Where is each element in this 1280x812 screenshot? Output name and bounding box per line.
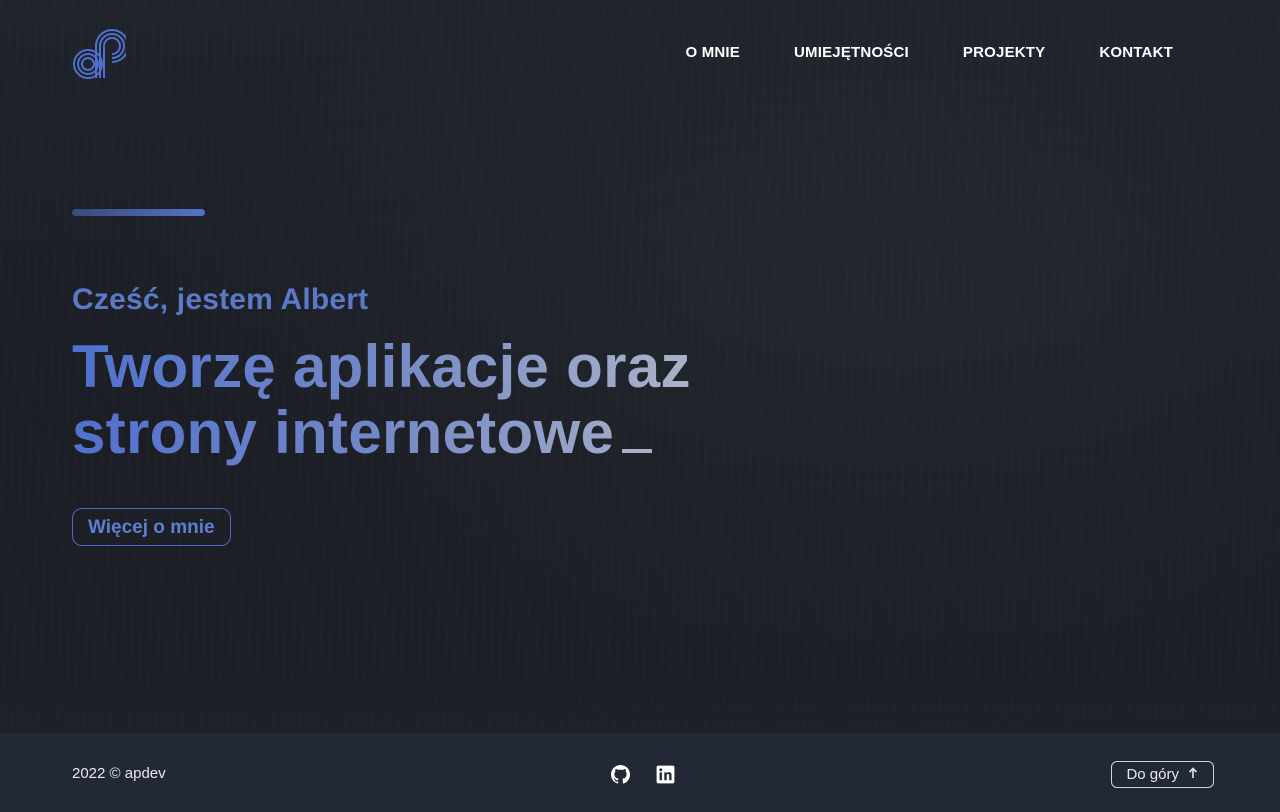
copyright-text: 2022 © apdev bbox=[72, 765, 166, 782]
headline-line-2: strony internetowe bbox=[72, 399, 615, 466]
typing-cursor bbox=[622, 449, 653, 453]
nav-item-skills[interactable]: UMIEJĘTNOŚCI bbox=[794, 44, 909, 62]
headline-line-1: Tworzę aplikacje oraz bbox=[72, 333, 691, 400]
nav-item-about[interactable]: O MNIE bbox=[685, 44, 740, 62]
nav-item-projects[interactable]: PROJEKTY bbox=[963, 44, 1045, 62]
nav-item-contact[interactable]: KONTAKT bbox=[1099, 44, 1173, 62]
hero-greeting: Cześć, jestem Albert bbox=[72, 283, 369, 316]
linkedin-icon[interactable] bbox=[656, 765, 675, 784]
hero-headline: Tworzę aplikacje oraz strony internetowe bbox=[72, 334, 832, 466]
accent-bar bbox=[72, 209, 205, 216]
github-icon[interactable] bbox=[611, 765, 631, 784]
back-to-top-button[interactable]: Do góry bbox=[1111, 761, 1214, 788]
arrow-up-icon bbox=[1187, 766, 1199, 783]
more-about-me-button[interactable]: Więcej o mnie bbox=[72, 508, 231, 546]
ap-logo-icon[interactable] bbox=[72, 28, 129, 80]
social-links bbox=[611, 765, 675, 784]
hero-section: O MNIE UMIEJĘTNOŚCI PROJEKTY KONTAKT Cze… bbox=[0, 0, 1280, 733]
back-to-top-label: Do góry bbox=[1126, 766, 1179, 783]
main-nav: O MNIE UMIEJĘTNOŚCI PROJEKTY KONTAKT bbox=[685, 44, 1173, 62]
